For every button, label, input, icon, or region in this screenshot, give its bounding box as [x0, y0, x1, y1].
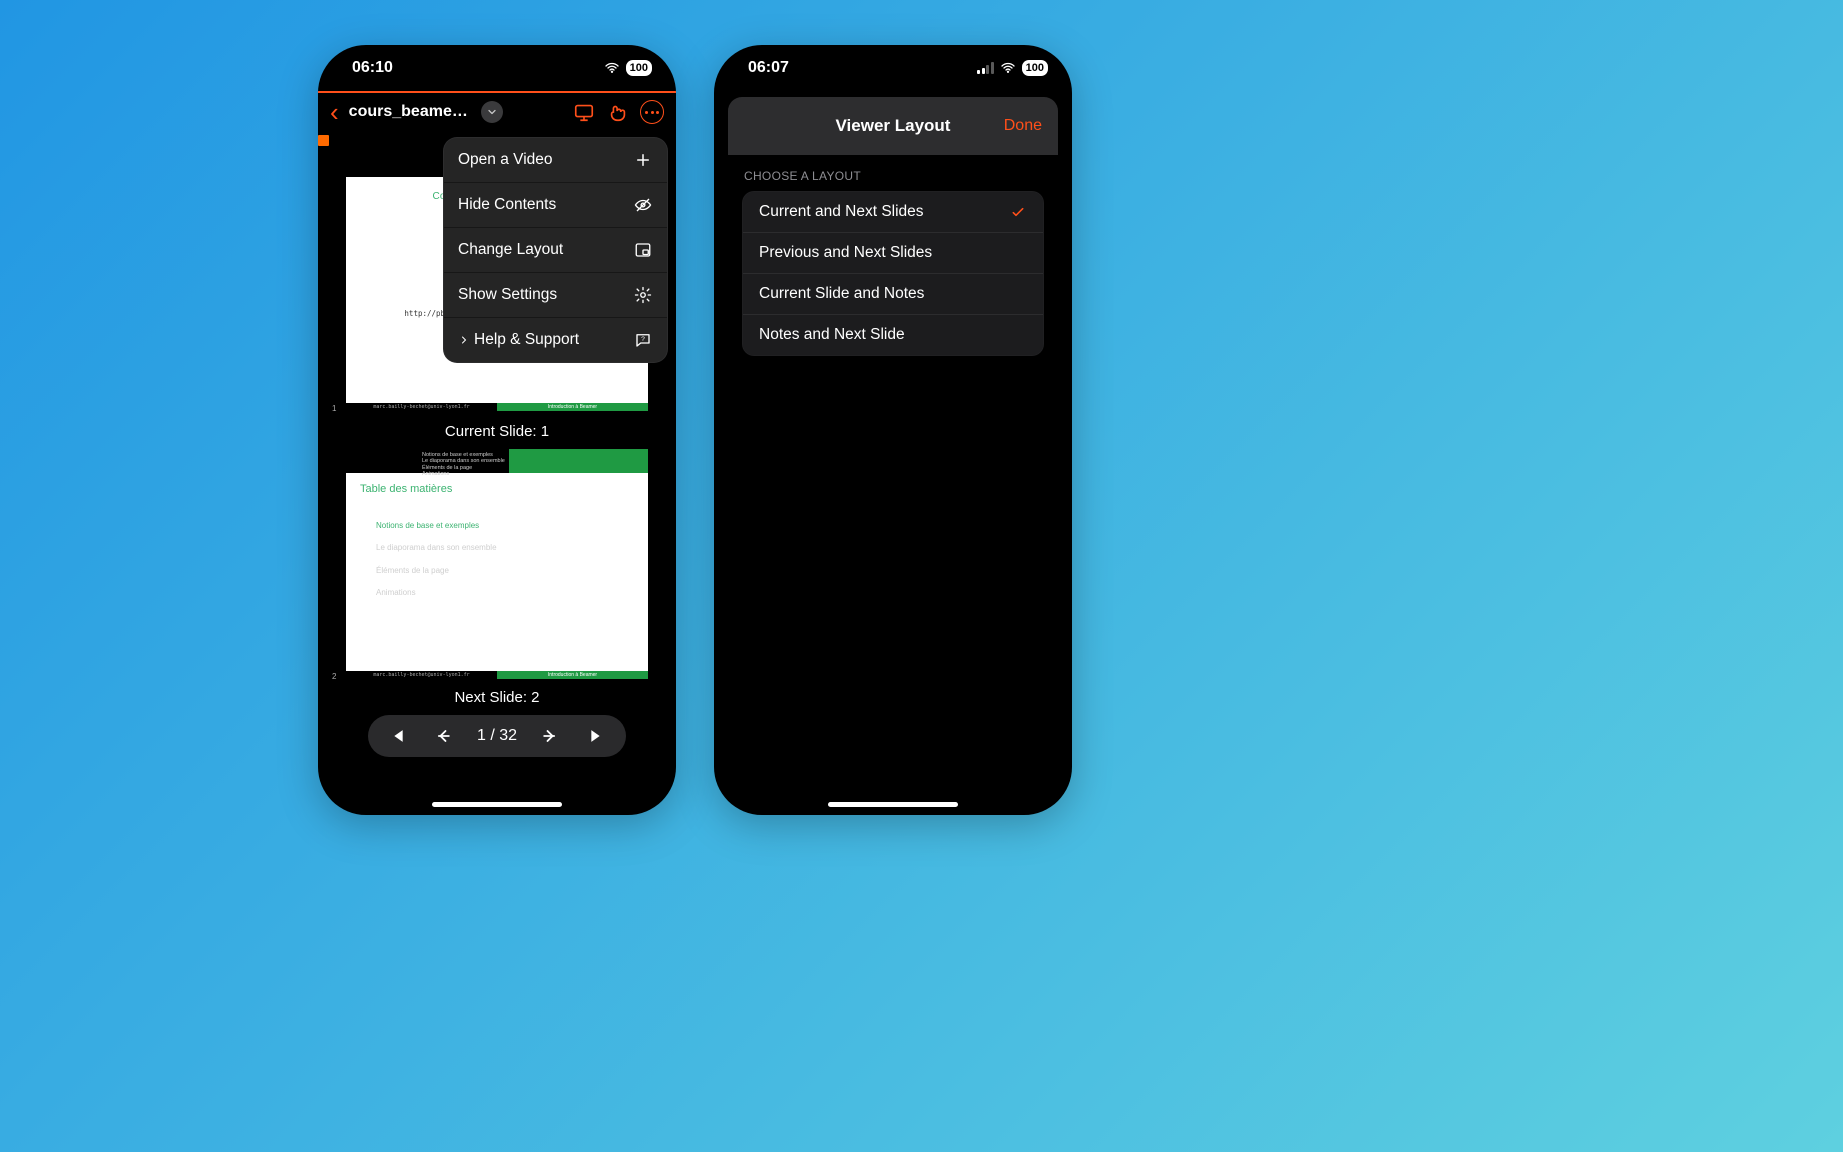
wifi-icon	[1000, 60, 1016, 76]
slide2-footer-left: marc.bailly-bechet@univ-lyon1.fr	[346, 671, 497, 679]
status-time: 06:10	[352, 59, 393, 77]
option-previous-and-next[interactable]: Previous and Next Slides	[743, 233, 1043, 274]
home-indicator	[432, 802, 562, 807]
slide-marker	[318, 135, 329, 146]
menu-change-layout[interactable]: Change Layout	[444, 228, 667, 273]
app-header: ‹ cours_beamer…	[318, 91, 676, 133]
next-slide-label: Next Slide: 2	[318, 689, 676, 706]
dynamic-island	[821, 53, 965, 89]
help-chat-icon: ?	[633, 330, 653, 350]
dynamic-island	[425, 53, 569, 89]
menu-label: Hide Contents	[458, 196, 556, 214]
option-label: Current and Next Slides	[759, 203, 924, 221]
plus-icon	[633, 150, 653, 170]
slide2-toc: Notions de base et exemples Le diaporama…	[346, 495, 648, 605]
done-button[interactable]: Done	[1004, 117, 1042, 135]
title-dropdown-toggle[interactable]	[481, 101, 503, 123]
menu-open-video[interactable]: Open a Video	[444, 138, 667, 183]
svg-text:?: ?	[641, 336, 645, 343]
option-label: Previous and Next Slides	[759, 244, 932, 262]
wifi-icon	[604, 60, 620, 76]
phone-right: 06:07 100 Viewer Layout Done CHOOSE A LA…	[714, 45, 1072, 815]
option-label: Notes and Next Slide	[759, 326, 905, 344]
menu-help-support[interactable]: Help & Support ?	[444, 318, 667, 362]
slide2-footer-right: Introduction à Beamer	[497, 671, 648, 679]
next-slide[interactable]: Notions de base et exemples Le diaporama…	[346, 449, 648, 679]
sheet-header: Viewer Layout Done	[728, 97, 1058, 155]
battery-level: 100	[1022, 60, 1048, 76]
status-indicators: 100	[977, 60, 1048, 76]
nav-first-button[interactable]	[382, 726, 410, 746]
wave-icon[interactable]	[606, 100, 630, 124]
menu-label: Change Layout	[458, 241, 563, 259]
layout-icon	[633, 240, 653, 260]
nav-prev-button[interactable]	[429, 726, 457, 746]
option-current-and-notes[interactable]: Current Slide and Notes	[743, 274, 1043, 315]
more-menu-button[interactable]	[640, 100, 664, 124]
slide1-index: 1	[332, 404, 336, 413]
present-icon[interactable]	[572, 100, 596, 124]
layout-options: Current and Next Slides Previous and Nex…	[742, 191, 1044, 356]
battery-level: 100	[626, 60, 652, 76]
menu-label: Help & Support	[474, 331, 579, 349]
more-menu-popup: Open a Video Hide Contents Change Layout…	[443, 137, 668, 363]
option-label: Current Slide and Notes	[759, 285, 924, 303]
slide1-footer-left: marc.bailly-bechet@univ-lyon1.fr	[346, 403, 497, 411]
slide1-footer-right: Introduction à Beamer	[497, 403, 648, 411]
eye-off-icon	[633, 195, 653, 215]
layout-sheet: Viewer Layout Done CHOOSE A LAYOUT Curre…	[728, 97, 1058, 356]
status-bar: 06:07 100	[714, 45, 1072, 91]
slide-nav-bar: 1 / 32	[368, 715, 626, 757]
option-notes-and-next[interactable]: Notes and Next Slide	[743, 315, 1043, 355]
menu-label: Show Settings	[458, 286, 557, 304]
phone-left: 06:10 100 ‹ cours_beamer… Open a Video	[318, 45, 676, 815]
menu-label: Open a Video	[458, 151, 553, 169]
option-current-and-next[interactable]: Current and Next Slides	[743, 192, 1043, 233]
current-slide-label: Current Slide: 1	[318, 423, 676, 440]
nav-next-button[interactable]	[536, 726, 564, 746]
home-indicator	[828, 802, 958, 807]
nav-counter[interactable]: 1 / 32	[477, 727, 517, 745]
slide2-index: 2	[332, 672, 336, 681]
status-time: 06:07	[748, 59, 789, 77]
menu-show-settings[interactable]: Show Settings	[444, 273, 667, 318]
nav-last-button[interactable]	[584, 726, 612, 746]
menu-hide-contents[interactable]: Hide Contents	[444, 183, 667, 228]
chevron-right-icon	[458, 334, 470, 346]
section-label: CHOOSE A LAYOUT	[728, 155, 1058, 191]
status-bar: 06:10 100	[318, 45, 676, 91]
cellular-icon	[977, 62, 994, 74]
status-indicators: 100	[604, 60, 652, 76]
sheet-title: Viewer Layout	[836, 116, 951, 136]
document-title[interactable]: cours_beamer…	[349, 103, 471, 121]
back-button[interactable]: ‹	[330, 99, 339, 125]
gear-icon	[633, 285, 653, 305]
check-icon	[1009, 203, 1027, 221]
slide2-header-strip: Notions de base et exemples Le diaporama…	[346, 449, 648, 473]
